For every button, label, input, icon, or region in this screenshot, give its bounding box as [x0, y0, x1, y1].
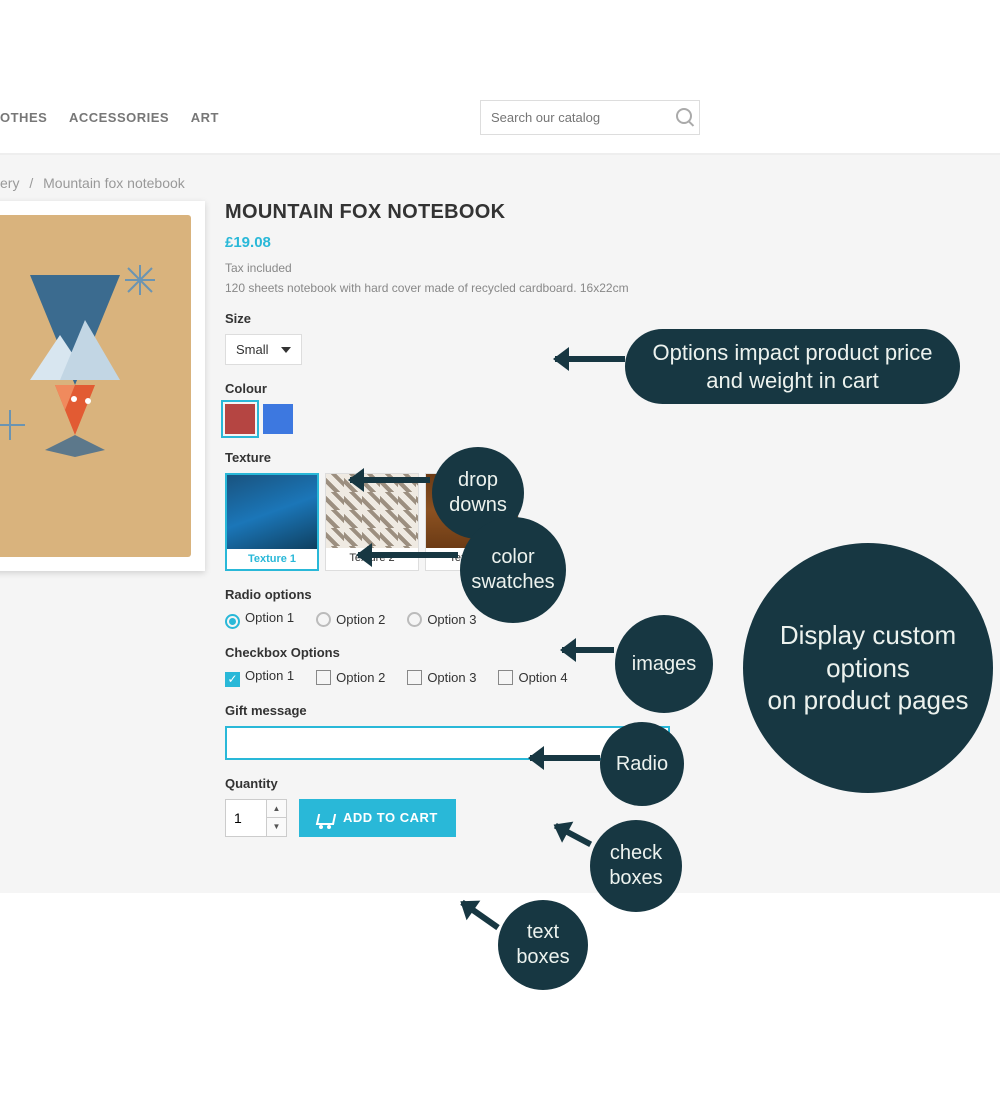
arrow-icon: [460, 900, 499, 930]
arrow-icon: [350, 477, 430, 483]
search-input[interactable]: [480, 100, 700, 135]
nav-clothes[interactable]: OTHES: [0, 110, 47, 125]
arrow-icon: [530, 755, 600, 761]
product-price: £19.08: [225, 234, 990, 251]
annotation-images: images: [615, 615, 713, 713]
colour-blue-swatch[interactable]: [263, 404, 293, 434]
check-option-4[interactable]: Option 4: [498, 670, 567, 685]
colour-red-swatch[interactable]: [225, 404, 255, 434]
annotation-display-custom: Display custom options on product pages: [743, 543, 993, 793]
texture-label: Texture: [225, 450, 990, 465]
arrow-icon: [358, 552, 458, 558]
size-label: Size: [225, 311, 990, 326]
quantity-input[interactable]: [225, 799, 267, 837]
qty-up-icon[interactable]: ▲: [267, 799, 287, 818]
texture-1[interactable]: Texture 1: [225, 473, 319, 571]
nav-art[interactable]: ART: [191, 110, 219, 125]
annotation-textboxes: text boxes: [498, 900, 588, 990]
radio-option-1[interactable]: Option 1: [225, 610, 294, 629]
check-option-2[interactable]: Option 2: [316, 670, 385, 685]
tax-note: Tax included: [225, 261, 990, 275]
nav-accessories[interactable]: ACCESSORIES: [69, 110, 169, 125]
product-image: [0, 201, 205, 571]
check-option-3[interactable]: Option 3: [407, 670, 476, 685]
breadcrumb: ery / Mountain fox notebook: [0, 165, 1000, 201]
annotation-checkboxes: check boxes: [590, 820, 682, 912]
add-to-cart-button[interactable]: ADD TO CART: [299, 799, 456, 837]
check-option-1[interactable]: ✓Option 1: [225, 668, 294, 687]
radio-option-3[interactable]: Option 3: [407, 612, 476, 627]
product-title: MOUNTAIN FOX NOTEBOOK: [225, 201, 990, 224]
radio-option-2[interactable]: Option 2: [316, 612, 385, 627]
qty-down-icon[interactable]: ▼: [267, 817, 287, 837]
annotation-radio: Radio: [600, 722, 684, 806]
chevron-down-icon: [281, 347, 291, 353]
product-description: 120 sheets notebook with hard cover made…: [225, 281, 990, 295]
annotation-price-impact: Options impact product price and weight …: [625, 329, 960, 404]
arrow-icon: [562, 647, 614, 653]
cart-icon: [317, 811, 333, 825]
arrow-icon: [555, 356, 625, 362]
annotation-swatches: color swatches: [460, 517, 566, 623]
size-select[interactable]: Small: [225, 334, 302, 365]
search-icon[interactable]: [676, 108, 692, 124]
